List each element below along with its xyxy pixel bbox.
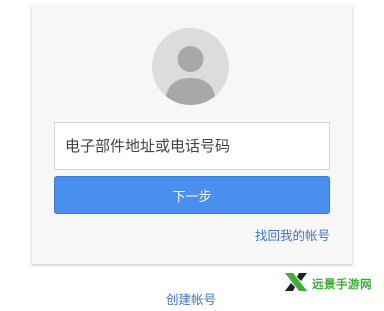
create-account-link[interactable]: 创建帐号 [166, 289, 216, 308]
find-account-link[interactable]: 找回我的帐号 [255, 225, 330, 244]
logo-icon [283, 270, 309, 298]
watermark-logo: 远景手游网 [283, 271, 372, 297]
next-button[interactable]: 下一步 [54, 176, 330, 214]
email-field[interactable] [54, 122, 330, 170]
signin-card: 下一步 找回我的帐号 [32, 6, 352, 264]
watermark-text: 远景手游网 [312, 277, 372, 291]
avatar-icon [152, 28, 229, 105]
